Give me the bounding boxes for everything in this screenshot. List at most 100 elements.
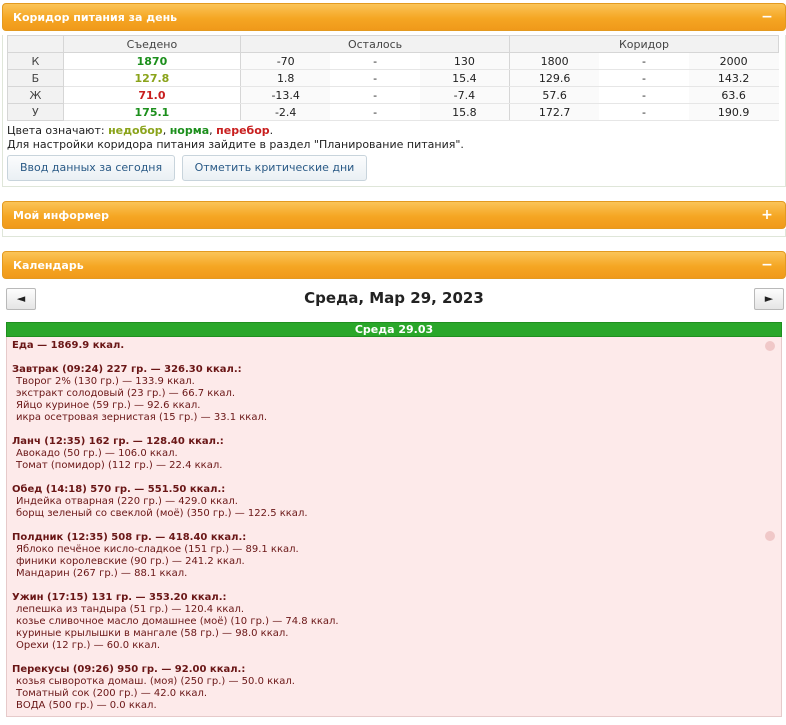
calendar-panel-title: Календарь bbox=[13, 259, 84, 272]
food-total: Еда — 1869.9 ккал. bbox=[12, 340, 125, 351]
meal-block: Завтрак (09:24) 227 гр. — 326.30 ккал.: Т… bbox=[12, 364, 776, 424]
edit-icon[interactable] bbox=[765, 531, 775, 541]
input-today-button[interactable]: Ввод данных за сегодня bbox=[7, 155, 176, 181]
informer-panel-body bbox=[2, 229, 786, 237]
left-dash: - bbox=[330, 52, 420, 70]
action-buttons: Ввод данных за сегодня Отметить критичес… bbox=[7, 155, 785, 183]
food-item: Орехи (12 гр.) — 60.0 ккал. bbox=[16, 640, 161, 651]
corridor-to-value: 143.2 bbox=[688, 69, 779, 87]
collapse-icon[interactable]: − bbox=[759, 257, 775, 273]
corridor-to-value: 63.6 bbox=[688, 86, 779, 104]
corridor-dash: - bbox=[599, 52, 689, 70]
meal-title[interactable]: Ужин (17:15) 131 гр. — 353.20 ккал.: bbox=[12, 592, 776, 604]
eaten-value: 71.0 bbox=[63, 86, 242, 104]
day-header[interactable]: Среда 29.03 bbox=[6, 322, 782, 337]
left-to-value: 15.8 bbox=[419, 103, 510, 121]
legend-end: . bbox=[269, 124, 274, 137]
next-day-button[interactable]: ► bbox=[754, 288, 784, 310]
meal-title[interactable]: Ланч (12:35) 162 гр. — 128.40 ккал.: bbox=[12, 436, 776, 448]
corridor-dash: - bbox=[599, 86, 689, 104]
corridor-row: К 1870 -70-130 1800-2000 bbox=[7, 52, 779, 70]
corridor-to-value: 2000 bbox=[688, 52, 779, 70]
color-legend: Цвета означают: недобор, норма, перебор.… bbox=[7, 124, 785, 152]
food-item: Томат (помидор) (112 гр.) — 22.4 ккал. bbox=[16, 460, 223, 471]
left-from-value: 1.8 bbox=[240, 69, 331, 87]
setup-note: Для настройки коридора питания зайдите в… bbox=[7, 138, 464, 151]
corridor-panel-header[interactable]: Коридор питания за день − bbox=[2, 3, 786, 31]
corridor-row: У 175.1 -2.4-15.8 172.7-190.9 bbox=[7, 103, 779, 121]
meal-title[interactable]: Перекусы (09:26) 950 гр. — 92.00 ккал.: bbox=[12, 664, 776, 676]
informer-panel-header[interactable]: Мой информер + bbox=[2, 201, 786, 229]
left-to-value: -7.4 bbox=[419, 86, 510, 104]
corridor-from-value: 1800 bbox=[509, 52, 600, 70]
legend-comma-1: , bbox=[162, 124, 170, 137]
mark-critical-days-button[interactable]: Отметить критические дни bbox=[181, 155, 368, 181]
corridor-from-value: 172.7 bbox=[509, 103, 600, 121]
left-dash: - bbox=[330, 103, 420, 121]
food-item: Индейка отварная (220 гр.) — 429.0 ккал. bbox=[16, 496, 238, 507]
corridor-panel: Коридор питания за день − Съедено Остало… bbox=[2, 3, 786, 187]
left-from-value: -70 bbox=[240, 52, 331, 70]
meal-block: Ланч (12:35) 162 гр. — 128.40 ккал.: Авок… bbox=[12, 436, 776, 472]
food-item: куриные крылышки в мангале (58 гр.) — 98… bbox=[16, 628, 289, 639]
legend-norm: норма bbox=[169, 124, 210, 137]
eaten-header: Съедено bbox=[62, 35, 242, 53]
corridor-header: Коридор bbox=[508, 35, 780, 53]
left-dash: - bbox=[330, 86, 420, 104]
meal-title[interactable]: Полдник (12:35) 508 гр. — 418.40 ккал.: bbox=[12, 532, 776, 544]
informer-panel-title: Мой информер bbox=[13, 209, 110, 222]
calendar-panel-header[interactable]: Календарь − bbox=[2, 251, 786, 279]
calendar-nav: ◄ Среда, Мар 29, 2023 ► bbox=[2, 285, 786, 319]
corridor-table: Съедено Осталось Коридор К 1870 -70-130 180… bbox=[7, 35, 780, 121]
meal-block: Перекусы (09:26) 950 гр. — 92.00 ккал.: к… bbox=[12, 664, 776, 712]
meal-block: Обед (14:18) 570 гр. — 551.50 ккал.: Инде… bbox=[12, 484, 776, 520]
calendar-panel: Календарь − ◄ Среда, Мар 29, 2023 ► Сред… bbox=[2, 251, 786, 725]
left-header: Осталось bbox=[240, 35, 510, 53]
meal-title[interactable]: Обед (14:18) 570 гр. — 551.50 ккал.: bbox=[12, 484, 776, 496]
food-item: ВОДА (500 гр.) — 0.0 ккал. bbox=[16, 700, 157, 711]
food-item: икра осетровая зернистая (15 гр.) — 33.1… bbox=[16, 412, 268, 423]
calendar-panel-body: ◄ Среда, Мар 29, 2023 ► Среда 29.03 Еда … bbox=[2, 285, 786, 725]
left-from-value: -13.4 bbox=[240, 86, 331, 104]
row-label: У bbox=[7, 103, 64, 121]
edit-icon[interactable] bbox=[765, 341, 775, 351]
corridor-row: Б 127.8 1.8-15.4 129.6-143.2 bbox=[7, 69, 779, 87]
left-dash: - bbox=[330, 69, 420, 87]
row-label: К bbox=[7, 52, 64, 70]
food-item: Авокадо (50 гр.) — 106.0 ккал. bbox=[16, 448, 178, 459]
date-title: Среда, Мар 29, 2023 bbox=[304, 289, 484, 307]
eaten-value: 175.1 bbox=[63, 103, 242, 121]
food-item: Яйцо куриное (59 гр.) — 92.6 ккал. bbox=[16, 400, 201, 411]
food-item: Мандарин (267 гр.) — 88.1 ккал. bbox=[16, 568, 188, 579]
row-label: Ж bbox=[7, 86, 64, 104]
food-item: лепешка из тандыра (51 гр.) — 120.4 ккал… bbox=[16, 604, 245, 615]
corridor-panel-title: Коридор питания за день bbox=[13, 11, 178, 24]
corridor-to-value: 190.9 bbox=[688, 103, 779, 121]
corridor-row: Ж 71.0 -13.4- -7.4 57.6-63.6 bbox=[7, 86, 779, 104]
left-from-value: -2.4 bbox=[240, 103, 331, 121]
food-item: козья сыворотка домаш. (моя) (250 гр.) —… bbox=[16, 676, 295, 687]
corridor-from-value: 57.6 bbox=[509, 86, 600, 104]
corridor-dash: - bbox=[599, 69, 689, 87]
expand-icon[interactable]: + bbox=[759, 207, 775, 223]
food-item: финики королевские (90 гр.) — 241.2 ккал… bbox=[16, 556, 245, 567]
food-item: Томатный сок (200 гр.) — 42.0 ккал. bbox=[16, 688, 208, 699]
food-item: борщ зеленый со свеклой (моё) (350 гр.) … bbox=[16, 508, 308, 519]
collapse-icon[interactable]: − bbox=[759, 9, 775, 25]
corridor-from-value: 129.6 bbox=[509, 69, 600, 87]
food-item: козье сливочное масло домашнее (моё) (10… bbox=[16, 616, 339, 627]
food-item: экстракт солодовый (23 гр.) — 66.7 ккал. bbox=[16, 388, 236, 399]
food-item: Яблоко печёное кисло-сладкое (151 гр.) —… bbox=[16, 544, 299, 555]
left-to-value: 130 bbox=[419, 52, 510, 70]
meal-block: Полдник (12:35) 508 гр. — 418.40 ккал.: Я… bbox=[12, 532, 776, 580]
legend-under: недобор bbox=[108, 124, 163, 137]
informer-panel: Мой информер + bbox=[2, 201, 786, 237]
eaten-value: 127.8 bbox=[63, 69, 242, 87]
eaten-value: 1870 bbox=[63, 52, 242, 70]
food-item: Творог 2% (130 гр.) — 133.9 ккал. bbox=[16, 376, 195, 387]
corridor-dash: - bbox=[599, 103, 689, 121]
corner-header bbox=[7, 35, 64, 53]
meal-title[interactable]: Завтрак (09:24) 227 гр. — 326.30 ккал.: bbox=[12, 364, 776, 376]
left-to-value: 15.4 bbox=[419, 69, 510, 87]
meal-block: Ужин (17:15) 131 гр. — 353.20 ккал.: лепе… bbox=[12, 592, 776, 652]
